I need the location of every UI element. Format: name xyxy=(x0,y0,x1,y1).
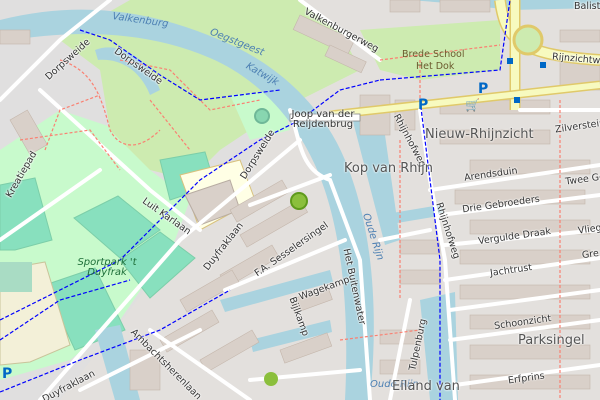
bus-stop-icon[interactable] xyxy=(507,58,513,64)
place-label-eiland-van: Eiland van xyxy=(392,379,460,394)
parking-icon[interactable]: P xyxy=(478,81,488,97)
tennis-courts xyxy=(0,262,32,292)
parking-icon[interactable]: P xyxy=(2,366,12,382)
street-label-balist: Balist xyxy=(574,1,600,12)
map-view[interactable]: P P P 🛒 Valkenburg Oegstgeest Katwijk Ou… xyxy=(0,0,600,400)
bus-stop-icon[interactable] xyxy=(514,97,520,103)
playground-icon[interactable] xyxy=(290,192,308,210)
bus-stop-icon[interactable] xyxy=(540,62,546,68)
playground-icon[interactable] xyxy=(254,108,270,124)
place-label-kop-van-rhijn: Kop van Rhijn xyxy=(344,161,433,176)
place-label-parksingel: Parksingel xyxy=(518,333,585,348)
street-label-gre: Gre xyxy=(581,247,600,262)
park-label-sportpark: Sportpark 't Duyfrak xyxy=(77,257,137,278)
playground-icon[interactable] xyxy=(264,372,278,386)
roundabout xyxy=(512,24,544,56)
school-label-line2: Het Dok xyxy=(416,61,455,72)
shopping-cart-icon[interactable]: 🛒 xyxy=(465,98,480,112)
bridge-label: Joop van der Reijdenbrug xyxy=(291,109,355,130)
parking-icon[interactable]: P xyxy=(418,97,428,113)
place-label-nieuw-rhijnzicht: Nieuw-Rhijnzicht xyxy=(425,127,534,142)
school-label-line1: Brede School xyxy=(402,49,465,60)
